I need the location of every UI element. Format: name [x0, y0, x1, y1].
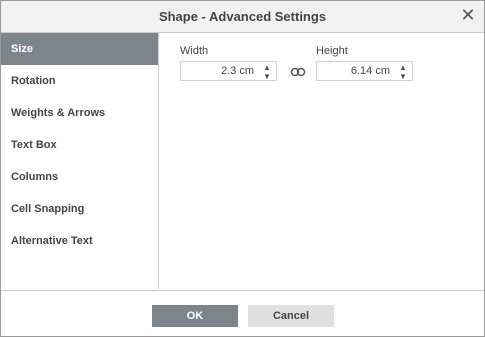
sidebar-item-rotation[interactable]: Rotation — [1, 65, 158, 97]
close-icon[interactable]: ✕ — [458, 5, 478, 25]
chevron-up-icon[interactable]: ▲ — [260, 63, 274, 72]
chevron-up-icon[interactable]: ▲ — [396, 63, 410, 72]
width-label: Width — [180, 45, 209, 57]
dialog-title: Shape - Advanced Settings — [158, 9, 327, 24]
width-spinner-arrows: ▲ ▼ — [260, 63, 274, 81]
cancel-button[interactable]: Cancel — [248, 305, 334, 327]
settings-sidebar: Size Rotation Weights & Arrows Text Box … — [1, 33, 159, 289]
ok-button[interactable]: OK — [152, 305, 238, 327]
sidebar-item-cell-snapping[interactable]: Cell Snapping — [1, 193, 158, 225]
advanced-settings-dialog: Shape - Advanced Settings ✕ Size Rotatio… — [0, 0, 485, 337]
sidebar-item-text-box[interactable]: Text Box — [1, 129, 158, 161]
dialog-footer: OK Cancel — [1, 290, 484, 337]
link-icon[interactable] — [290, 64, 306, 80]
height-value[interactable]: 6.14 cm — [351, 62, 390, 80]
chevron-down-icon[interactable]: ▼ — [260, 72, 274, 81]
size-panel: Width 2.3 cm ▲ ▼ Height 6.14 cm ▲ ▼ — [159, 33, 484, 289]
sidebar-item-columns[interactable]: Columns — [1, 161, 158, 193]
height-spinner[interactable]: 6.14 cm ▲ ▼ — [316, 61, 413, 81]
sidebar-item-alternative-text[interactable]: Alternative Text — [1, 225, 158, 257]
sidebar-item-weights-arrows[interactable]: Weights & Arrows — [1, 97, 158, 129]
height-label: Height — [316, 45, 348, 57]
chevron-down-icon[interactable]: ▼ — [396, 72, 410, 81]
width-spinner[interactable]: 2.3 cm ▲ ▼ — [180, 61, 277, 81]
sidebar-item-size[interactable]: Size — [1, 33, 158, 65]
height-spinner-arrows: ▲ ▼ — [396, 63, 410, 81]
width-value[interactable]: 2.3 cm — [221, 62, 254, 80]
dialog-titlebar: Shape - Advanced Settings ✕ — [1, 1, 484, 33]
